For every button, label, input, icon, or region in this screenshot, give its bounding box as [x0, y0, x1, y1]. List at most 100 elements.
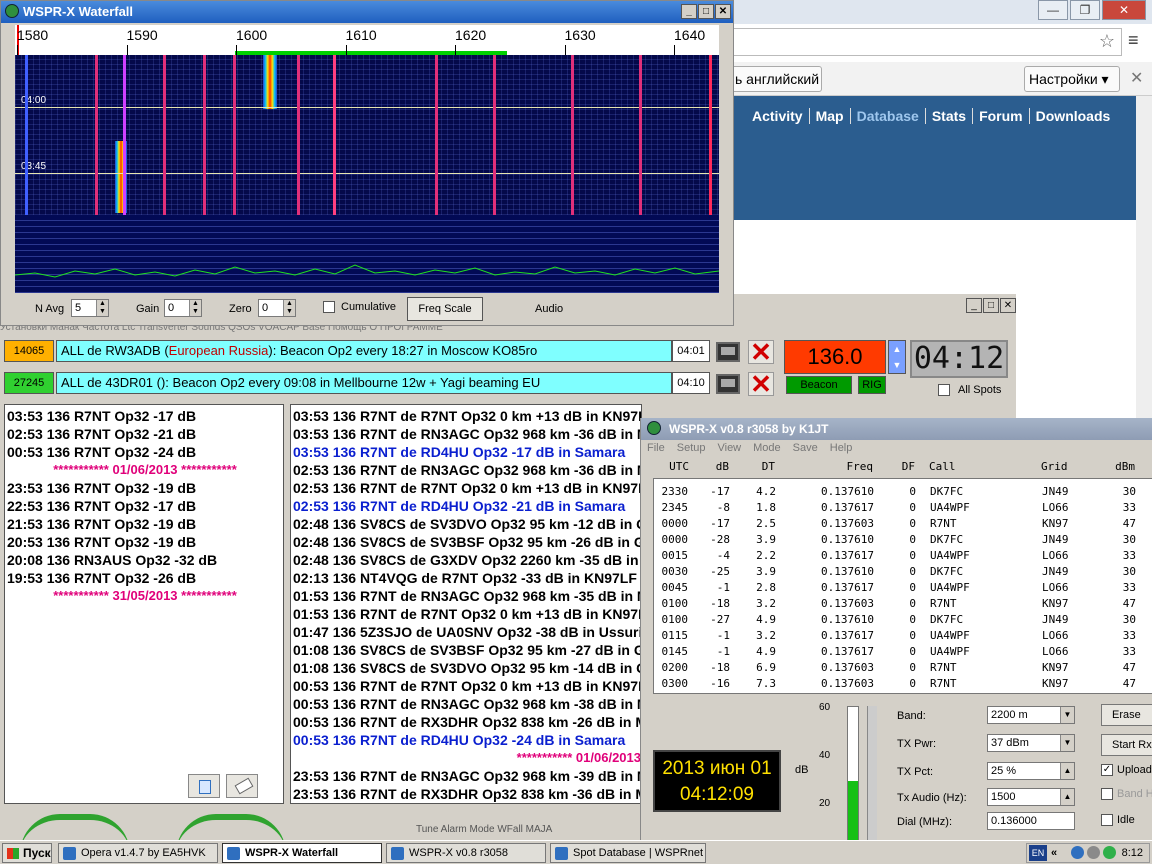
spot-row[interactable]: 19:53 136 R7NT Op32 -26 dB — [7, 569, 283, 587]
date-separator[interactable]: *********** 01/06/2013 *********** — [7, 461, 283, 479]
decode-row[interactable]: 2330 -17 4.2 0.137610 0 DK7FC JN49 30 — [654, 485, 1152, 501]
column-header-call[interactable]: Call — [929, 460, 989, 473]
spot-row[interactable]: 00:53 136 R7NT de RX3DHR Op32 838 km -26… — [293, 713, 641, 731]
minimize-button[interactable]: — — [1038, 0, 1068, 20]
bookmark-star-icon[interactable]: ☆ — [1099, 31, 1115, 52]
wf-maximize-button[interactable]: □ — [698, 4, 714, 19]
nav-link-map[interactable]: Map — [810, 108, 851, 124]
decode-row[interactable]: 0115 -1 3.2 0.137617 0 UA4WPF LO66 33 — [654, 629, 1152, 645]
nav-link-database[interactable]: Database — [851, 108, 926, 124]
main-maximize-button[interactable]: □ — [983, 298, 999, 313]
column-header-dt[interactable]: DT — [745, 460, 775, 473]
spot-row[interactable]: 00:53 136 R7NT de RD4HU Op32 -24 dB in S… — [293, 731, 641, 749]
delete-x-icon[interactable]: ✕ — [748, 339, 774, 365]
column-header-db[interactable]: dB — [701, 460, 729, 473]
translate-settings-button[interactable]: Настройки ▾ — [1024, 66, 1120, 92]
spot-row[interactable]: 22:53 136 R7NT Op32 -17 dB — [7, 497, 283, 515]
frequency-spinner[interactable]: ▲ ▼ — [888, 340, 906, 374]
column-header-dbm[interactable]: dBm — [1101, 460, 1135, 473]
menu-file[interactable]: File — [647, 442, 665, 458]
tray-collapse-icon[interactable]: « — [1051, 844, 1057, 862]
spot-row[interactable]: 02:48 136 SV8CS de G3XDV Op32 2260 km -3… — [293, 551, 641, 569]
column-header-grid[interactable]: Grid — [1041, 460, 1081, 473]
restore-button[interactable]: ❐ — [1070, 0, 1100, 20]
spot-row[interactable]: 03:53 136 R7NT Op32 -17 dB — [7, 407, 283, 425]
menu-save[interactable]: Save — [793, 442, 818, 458]
spot-row[interactable]: 20:08 136 RN3AUS Op32 -32 dB — [7, 551, 283, 569]
rig-button[interactable]: RIG — [858, 376, 886, 394]
decode-row[interactable]: 0200 -18 6.9 0.137603 0 R7NT KN97 47 — [654, 661, 1152, 677]
sync-icon[interactable] — [1103, 846, 1116, 859]
dial-input[interactable]: 0.136000 — [987, 812, 1075, 830]
spot-row[interactable]: 02:48 136 SV8CS de SV3DVO Op32 95 km -12… — [293, 515, 641, 533]
upload-checkbox[interactable]: ✓ Upload — [1101, 764, 1152, 777]
task-wsprx[interactable]: WSPR-X v0.8 r3058 — [386, 843, 546, 863]
zero-spinbox[interactable]: 0 ▲ ▼ — [258, 299, 296, 317]
spot-row[interactable]: 00:53 136 R7NT de RN3AGC Op32 968 km -38… — [293, 695, 641, 713]
navg-spinbox[interactable]: 5 ▲ ▼ — [71, 299, 109, 317]
spot-row[interactable]: 00:53 136 R7NT de R7NT Op32 0 km +13 dB … — [293, 677, 641, 695]
start-button[interactable]: Пуск — [2, 843, 52, 863]
spot-row[interactable]: 03:53 136 R7NT de RD4HU Op32 -17 dB in S… — [293, 443, 641, 461]
browser-menu-icon[interactable]: ≡ — [1128, 30, 1139, 51]
erase-button[interactable]: Erase — [1101, 704, 1152, 726]
translate-button[interactable]: ь английский — [730, 66, 822, 92]
delete-x-icon[interactable]: ✕ — [748, 371, 774, 397]
spot-row[interactable]: 02:48 136 SV8CS de SV3BSF Op32 95 km -26… — [293, 533, 641, 551]
freq-scale-button[interactable]: Freq Scale — [407, 297, 483, 321]
decode-row[interactable]: 0300 -16 7.3 0.137603 0 R7NT KN97 47 — [654, 677, 1152, 693]
spot-row[interactable]: 02:53 136 R7NT Op32 -21 dB — [7, 425, 283, 443]
decode-row[interactable]: 0015 -4 2.2 0.137617 0 UA4WPF LO66 33 — [654, 549, 1152, 565]
decode-row[interactable]: 0145 -1 4.9 0.137617 0 UA4WPF LO66 33 — [654, 645, 1152, 661]
decode-row[interactable]: 0000 -28 3.9 0.137610 0 DK7FC JN49 30 — [654, 533, 1152, 549]
menu-setup[interactable]: Setup — [677, 442, 706, 458]
decode-row[interactable]: 0045 -1 2.8 0.137617 0 UA4WPF LO66 33 — [654, 581, 1152, 597]
idle-checkbox[interactable]: Idle — [1101, 814, 1135, 827]
menu-view[interactable]: View — [717, 442, 741, 458]
decode-row[interactable]: 0100 -18 3.2 0.137603 0 R7NT KN97 47 — [654, 597, 1152, 613]
txaudio-spinbox[interactable]: 1500 ▲ — [987, 788, 1075, 806]
spot-row[interactable]: 01:53 136 R7NT de R7NT Op32 0 km +13 dB … — [293, 605, 641, 623]
spot-row[interactable]: 01:47 136 5Z3SJO de UA0SNV Op32 -38 dB i… — [293, 623, 641, 641]
date-separator[interactable]: *********** 01/06/2013 — [293, 749, 641, 767]
translate-close-icon[interactable]: ✕ — [1130, 68, 1143, 88]
spot-row[interactable]: 03:53 136 R7NT de R7NT Op32 0 km +13 dB … — [293, 407, 641, 425]
main-close-button[interactable]: ✕ — [1000, 298, 1016, 313]
spot-row[interactable]: 01:08 136 SV8CS de SV3BSF Op32 95 km -27… — [293, 641, 641, 659]
close-button[interactable]: ✕ — [1102, 0, 1146, 20]
txpct-spinbox[interactable]: 25 % ▲ — [987, 762, 1075, 780]
computer-icon[interactable] — [716, 374, 740, 394]
spot-row[interactable]: 02:53 136 R7NT de RD4HU Op32 -21 dB in S… — [293, 497, 641, 515]
own-spots-list[interactable]: 03:53 136 R7NT Op32 -17 dB 02:53 136 R7NT… — [4, 404, 284, 804]
language-indicator[interactable]: EN — [1029, 845, 1047, 861]
txpwr-combo[interactable]: 37 dBm ▼ — [987, 734, 1075, 752]
decode-row[interactable]: 0100 -27 4.9 0.137610 0 DK7FC JN49 30 — [654, 613, 1152, 629]
nav-link-activity[interactable]: Activity — [746, 108, 810, 124]
eraser-button[interactable] — [226, 774, 258, 798]
decode-row[interactable]: 2345 -8 1.8 0.137617 0 UA4WPF LO66 33 — [654, 501, 1152, 517]
address-bar[interactable]: ☆ — [730, 28, 1122, 56]
copy-button[interactable] — [188, 774, 220, 798]
spot-row[interactable]: 01:08 136 SV8CS de SV3DVO Op32 95 km -14… — [293, 659, 641, 677]
band-combo[interactable]: 2200 m ▼ — [987, 706, 1075, 724]
menu-mode[interactable]: Mode — [753, 442, 781, 458]
column-header-freq[interactable]: Freq — [793, 460, 874, 473]
task-spot-database[interactable]: Spot Database | WSPRnet — [550, 843, 706, 863]
spot-row[interactable]: 23:53 136 R7NT Op32 -19 dB — [7, 479, 283, 497]
gain-spinbox[interactable]: 0 ▲ ▼ — [164, 299, 202, 317]
spot-row[interactable]: 02:53 136 R7NT de RN3AGC Op32 968 km -36… — [293, 461, 641, 479]
column-header-df[interactable]: DF — [885, 460, 915, 473]
level-slider[interactable] — [867, 706, 877, 840]
wf-close-button[interactable]: ✕ — [715, 4, 731, 19]
browser-scrollbar[interactable] — [1136, 96, 1152, 426]
all-spots-checkbox[interactable]: All Spots — [938, 384, 1001, 396]
decode-row[interactable]: 0030 -25 3.9 0.137610 0 DK7FC JN49 30 — [654, 565, 1152, 581]
spot-row[interactable]: 02:13 136 NT4VQG de R7NT Op32 -33 dB in … — [293, 569, 641, 587]
cumulative-checkbox[interactable] — [323, 301, 335, 313]
start-rx-button[interactable]: Start Rx — [1101, 734, 1152, 756]
nav-link-downloads[interactable]: Downloads — [1030, 108, 1117, 124]
bottom-options[interactable]: Tune Alarm Mode WFall MAJA — [416, 824, 552, 835]
task-waterfall[interactable]: WSPR-X Waterfall — [222, 843, 382, 863]
nav-link-forum[interactable]: Forum — [973, 108, 1030, 124]
spot-row[interactable]: 00:53 136 R7NT Op32 -24 dB — [7, 443, 283, 461]
